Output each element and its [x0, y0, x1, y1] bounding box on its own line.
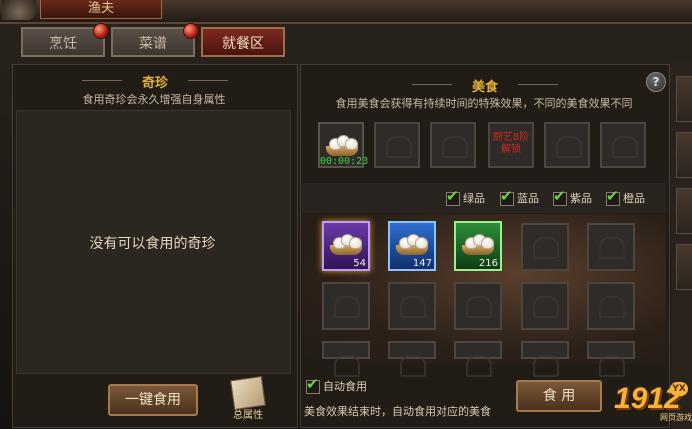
- filter-orange[interactable]: 橙品: [606, 188, 645, 207]
- item-count: 147: [412, 258, 432, 269]
- locked-slot-text: 厨艺8阶解锁: [492, 132, 530, 155]
- active-food-slot[interactable]: 00:00:23: [318, 122, 369, 168]
- food-item-blue[interactable]: 147: [388, 221, 436, 271]
- filter-blue[interactable]: 蓝品: [500, 188, 539, 207]
- rare-items-title: 奇珍: [82, 72, 228, 91]
- checkbox-icon: [306, 376, 320, 394]
- food-title: 美食: [412, 76, 558, 95]
- active-food-slot[interactable]: [600, 122, 646, 168]
- inventory-slot[interactable]: [388, 282, 436, 330]
- watermark-site: 网页游戏: [660, 413, 692, 422]
- inventory-slot[interactable]: [454, 341, 502, 377]
- total-attributes-button[interactable]: 总属性: [226, 375, 270, 422]
- auto-eat-checkbox[interactable]: 自动食用: [306, 376, 367, 395]
- active-food-slot[interactable]: [374, 122, 420, 168]
- bun-food-icon: [396, 231, 428, 255]
- eat-all-button[interactable]: 一键食用: [108, 384, 198, 416]
- empty-message: 没有可以食用的奇珍: [89, 236, 216, 252]
- inventory-slot[interactable]: [521, 223, 569, 271]
- tab-label: 菜谱: [139, 36, 167, 52]
- inventory-slot[interactable]: [388, 341, 436, 377]
- side-tab[interactable]: [676, 244, 692, 290]
- rare-items-subtitle: 食用奇珍会永久增强自身属性: [82, 93, 226, 106]
- side-tab[interactable]: [676, 76, 692, 122]
- inventory-slot[interactable]: [454, 282, 502, 330]
- bun-food-icon: [330, 231, 362, 255]
- bun-food-icon: [326, 132, 358, 156]
- alert-dot-icon: [93, 23, 109, 39]
- food-item-green[interactable]: 216: [454, 221, 502, 271]
- filter-label: 橙品: [623, 192, 645, 205]
- filter-label: 蓝品: [517, 192, 539, 205]
- inventory-slot[interactable]: [587, 223, 635, 271]
- inventory-slot[interactable]: [521, 282, 569, 330]
- item-count: 54: [353, 258, 366, 269]
- locked-food-slot: 厨艺8阶解锁: [488, 122, 534, 168]
- bun-food-icon: [462, 231, 494, 255]
- book-label: 总属性: [233, 410, 263, 421]
- filter-label: 紫品: [570, 192, 592, 205]
- checkbox-icon: [500, 188, 514, 206]
- item-count: 216: [478, 258, 498, 269]
- checkbox-icon: [446, 188, 460, 206]
- filter-label: 绿品: [463, 192, 485, 205]
- food-timer: 00:00:23: [320, 156, 369, 167]
- side-tab[interactable]: [676, 188, 692, 234]
- tab-cooking[interactable]: 烹饪: [21, 23, 109, 57]
- food-subtitle: 食用美食会获得有持续时间的特殊效果，不同的美食效果不同: [335, 97, 633, 110]
- inventory-slot[interactable]: [587, 282, 635, 330]
- watermark-badge: YX: [670, 382, 688, 396]
- book-icon: [230, 375, 266, 411]
- site-watermark-logo: 1912 YX 网页游戏: [596, 378, 692, 426]
- active-food-slot[interactable]: [544, 122, 590, 168]
- tab-label: 就餐区: [222, 36, 264, 52]
- inventory-slot[interactable]: [587, 341, 635, 377]
- inventory-slot[interactable]: [521, 341, 569, 377]
- ornament-icon: [2, 0, 36, 20]
- eat-button[interactable]: 食 用: [516, 380, 602, 412]
- title-bar: 渔夫: [0, 0, 692, 24]
- side-tab[interactable]: [676, 132, 692, 178]
- checkbox-icon: [606, 188, 620, 206]
- inventory-slot[interactable]: [322, 341, 370, 377]
- tab-recipes[interactable]: 菜谱: [111, 23, 199, 57]
- window-title: 渔夫: [40, 0, 162, 19]
- help-icon[interactable]: ?: [646, 72, 666, 92]
- inventory-slot[interactable]: [322, 282, 370, 330]
- tab-dining[interactable]: 就餐区: [201, 27, 285, 57]
- auto-eat-label: 自动食用: [323, 380, 367, 393]
- filter-green[interactable]: 绿品: [446, 188, 485, 207]
- tab-label: 烹饪: [49, 36, 77, 52]
- alert-dot-icon: [183, 23, 199, 39]
- food-item-purple[interactable]: 54: [322, 221, 370, 271]
- auto-eat-note: 美食效果结束时，自动食用对应的美食: [304, 405, 491, 418]
- filter-purple[interactable]: 紫品: [553, 188, 592, 207]
- active-food-slot[interactable]: [430, 122, 476, 168]
- checkbox-icon: [553, 188, 567, 206]
